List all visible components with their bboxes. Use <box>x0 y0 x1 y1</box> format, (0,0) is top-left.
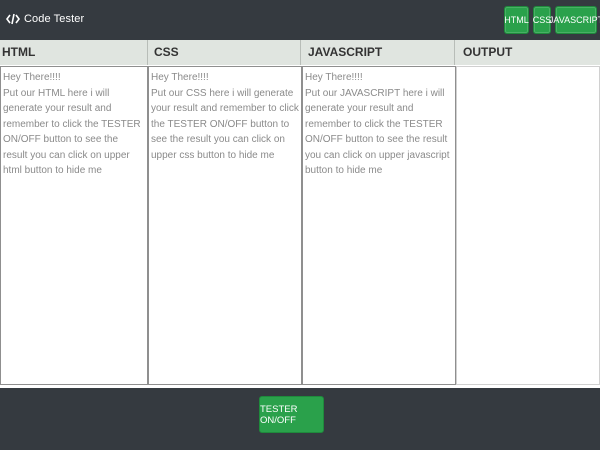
html-editor-text: Hey There!!!! Put our HTML here i will g… <box>3 72 141 176</box>
app-title: Code Tester <box>24 13 85 25</box>
output-panel-header: OUTPUT <box>463 45 513 59</box>
javascript-editor-text: Hey There!!!! Put our JAVASCRIPT here i … <box>305 72 450 176</box>
toggle-html-button[interactable]: HTML <box>504 6 529 34</box>
top-bar: Code Tester HTML CSS JAVASCRIPT <box>0 0 600 40</box>
toggle-javascript-button[interactable]: JAVASCRIPT <box>549 6 600 34</box>
tester-toggle-button[interactable]: TESTER ON/OFF <box>259 396 324 433</box>
brand: Code Tester <box>6 12 84 26</box>
css-editor[interactable]: Hey There!!!! Put our CSS here i will ge… <box>148 66 302 385</box>
panel-headers: HTML CSS JAVASCRIPT OUTPUT <box>0 40 600 65</box>
css-panel-header: CSS <box>148 40 301 65</box>
html-editor[interactable]: Hey There!!!! Put our HTML here i will g… <box>0 66 148 385</box>
css-editor-text: Hey There!!!! Put our CSS here i will ge… <box>151 72 299 161</box>
panel-toggles: HTML CSS JAVASCRIPT <box>504 6 600 34</box>
javascript-panel-header: JAVASCRIPT <box>301 40 455 65</box>
output-pane <box>456 66 600 385</box>
code-icon <box>6 12 20 26</box>
html-panel-header: HTML <box>0 40 148 65</box>
javascript-editor[interactable]: Hey There!!!! Put our JAVASCRIPT here i … <box>302 66 456 385</box>
